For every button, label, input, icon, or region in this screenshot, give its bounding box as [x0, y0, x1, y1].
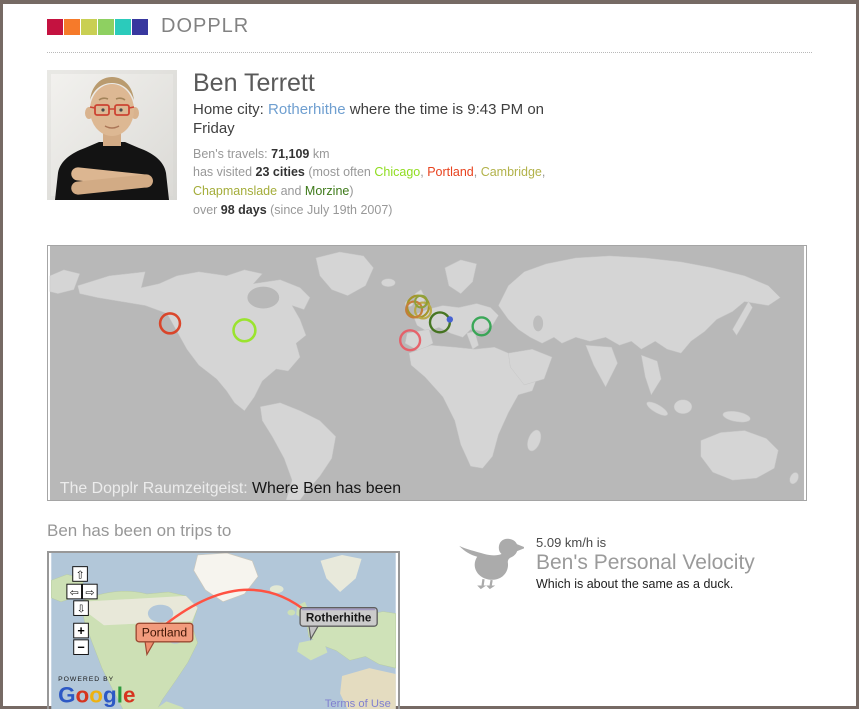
- bottom-section: Ben has been on trips to: [47, 521, 812, 709]
- terms-of-use-link[interactable]: Terms of Use: [325, 698, 391, 709]
- velocity-panel: 5.09 km/h is Ben's Personal Velocity Whi…: [452, 535, 755, 591]
- svg-text:−: −: [77, 640, 84, 654]
- velocity-speed: 5.09 km/h is: [536, 535, 755, 550]
- visited-mid: (most often: [305, 165, 374, 179]
- header: DOPPLR: [47, 15, 812, 38]
- days-prefix: over: [193, 203, 221, 217]
- city-link-cambridge[interactable]: Cambridge: [481, 165, 542, 179]
- svg-text:⇦: ⇦: [70, 586, 79, 598]
- profile-section: Ben Terrett Home city: Rotherhithe where…: [47, 70, 812, 220]
- separator: ,: [474, 165, 481, 179]
- travels-label: Ben's travels:: [193, 147, 271, 161]
- svg-text:⇨: ⇨: [85, 586, 94, 598]
- separator: and: [277, 184, 305, 198]
- trips-heading: Ben has been on trips to: [47, 521, 404, 541]
- trips-section: Ben has been on trips to: [47, 521, 404, 709]
- city-link-morzine[interactable]: Morzine: [305, 184, 349, 198]
- visited-count: 23 cities: [256, 165, 305, 179]
- velocity-text: 5.09 km/h is Ben's Personal Velocity Whi…: [536, 535, 755, 591]
- velocity-title: Ben's Personal Velocity: [536, 551, 755, 575]
- marker-portland-label: Portland: [142, 625, 187, 639]
- svg-text:⇩: ⇩: [77, 603, 86, 615]
- pan-right-button[interactable]: ⇨: [83, 584, 98, 599]
- days-count: 98 days: [221, 203, 267, 217]
- trips-google-map[interactable]: Portland Rotherhithe ⇧ ⇦ ⇨ ⇩ + −: [47, 551, 400, 709]
- duck-icon: [452, 535, 524, 591]
- logo-square: [47, 19, 63, 35]
- dopplr-logo-icon[interactable]: [47, 19, 148, 35]
- profile-text: Ben Terrett Home city: Rotherhithe where…: [193, 70, 617, 220]
- days-line: over 98 days (since July 19th 2007): [193, 201, 617, 220]
- travels-unit: km: [309, 147, 329, 161]
- caption-label: The Dopplr Raumzeitgeist:: [60, 480, 252, 497]
- caption-value: Where Ben has been: [252, 480, 401, 497]
- travels-line: Ben's travels: 71,109 km: [193, 145, 617, 164]
- pan-left-button[interactable]: ⇦: [67, 584, 82, 599]
- logo-square: [132, 19, 148, 35]
- close-paren: ): [349, 184, 353, 198]
- velocity-subtitle: Which is about the same as a duck.: [536, 577, 755, 591]
- logo-square: [81, 19, 97, 35]
- days-since: (since July 19th 2007): [267, 203, 393, 217]
- brand-wordmark[interactable]: DOPPLR: [161, 15, 249, 38]
- city-link-chapmanslade[interactable]: Chapmanslade: [193, 184, 277, 198]
- travel-stats: Ben's travels: 71,109 km has visited 23 …: [193, 145, 617, 220]
- svg-text:+: +: [77, 623, 84, 637]
- raumzeitgeist-map: The Dopplr Raumzeitgeist: Where Ben has …: [47, 245, 812, 501]
- zoom-in-button[interactable]: +: [74, 623, 89, 638]
- pan-up-button[interactable]: ⇧: [73, 566, 88, 581]
- pan-down-button[interactable]: ⇩: [74, 600, 89, 615]
- logo-square: [115, 19, 131, 35]
- visited-line: has visited 23 cities (most often Chicag…: [193, 163, 617, 201]
- travels-km: 71,109: [271, 147, 309, 161]
- separator: ,: [542, 165, 545, 179]
- profile-photo: [47, 70, 177, 200]
- visited-prefix: has visited: [193, 165, 256, 179]
- header-divider: [47, 52, 812, 53]
- page-title: Ben Terrett: [193, 70, 617, 98]
- city-link-portland[interactable]: Portland: [427, 165, 474, 179]
- home-city-label: Home city:: [193, 101, 268, 118]
- logo-square: [98, 19, 114, 35]
- svg-text:⇧: ⇧: [76, 569, 85, 581]
- city-ring-dot: [448, 317, 452, 321]
- city-link-chicago[interactable]: Chicago: [374, 165, 420, 179]
- map-caption: The Dopplr Raumzeitgeist: Where Ben has …: [60, 480, 401, 497]
- marker-rotherhithe-label: Rotherhithe: [306, 611, 372, 624]
- home-city-link[interactable]: Rotherhithe: [268, 101, 346, 118]
- world-map-image: The Dopplr Raumzeitgeist: Where Ben has …: [47, 245, 807, 501]
- home-city-line: Home city: Rotherhithe where the time is…: [193, 100, 565, 139]
- google-logo[interactable]: Google: [58, 682, 135, 707]
- logo-square: [64, 19, 80, 35]
- dopplr-page: DOPPLR: [0, 0, 859, 709]
- zoom-out-button[interactable]: −: [74, 639, 89, 654]
